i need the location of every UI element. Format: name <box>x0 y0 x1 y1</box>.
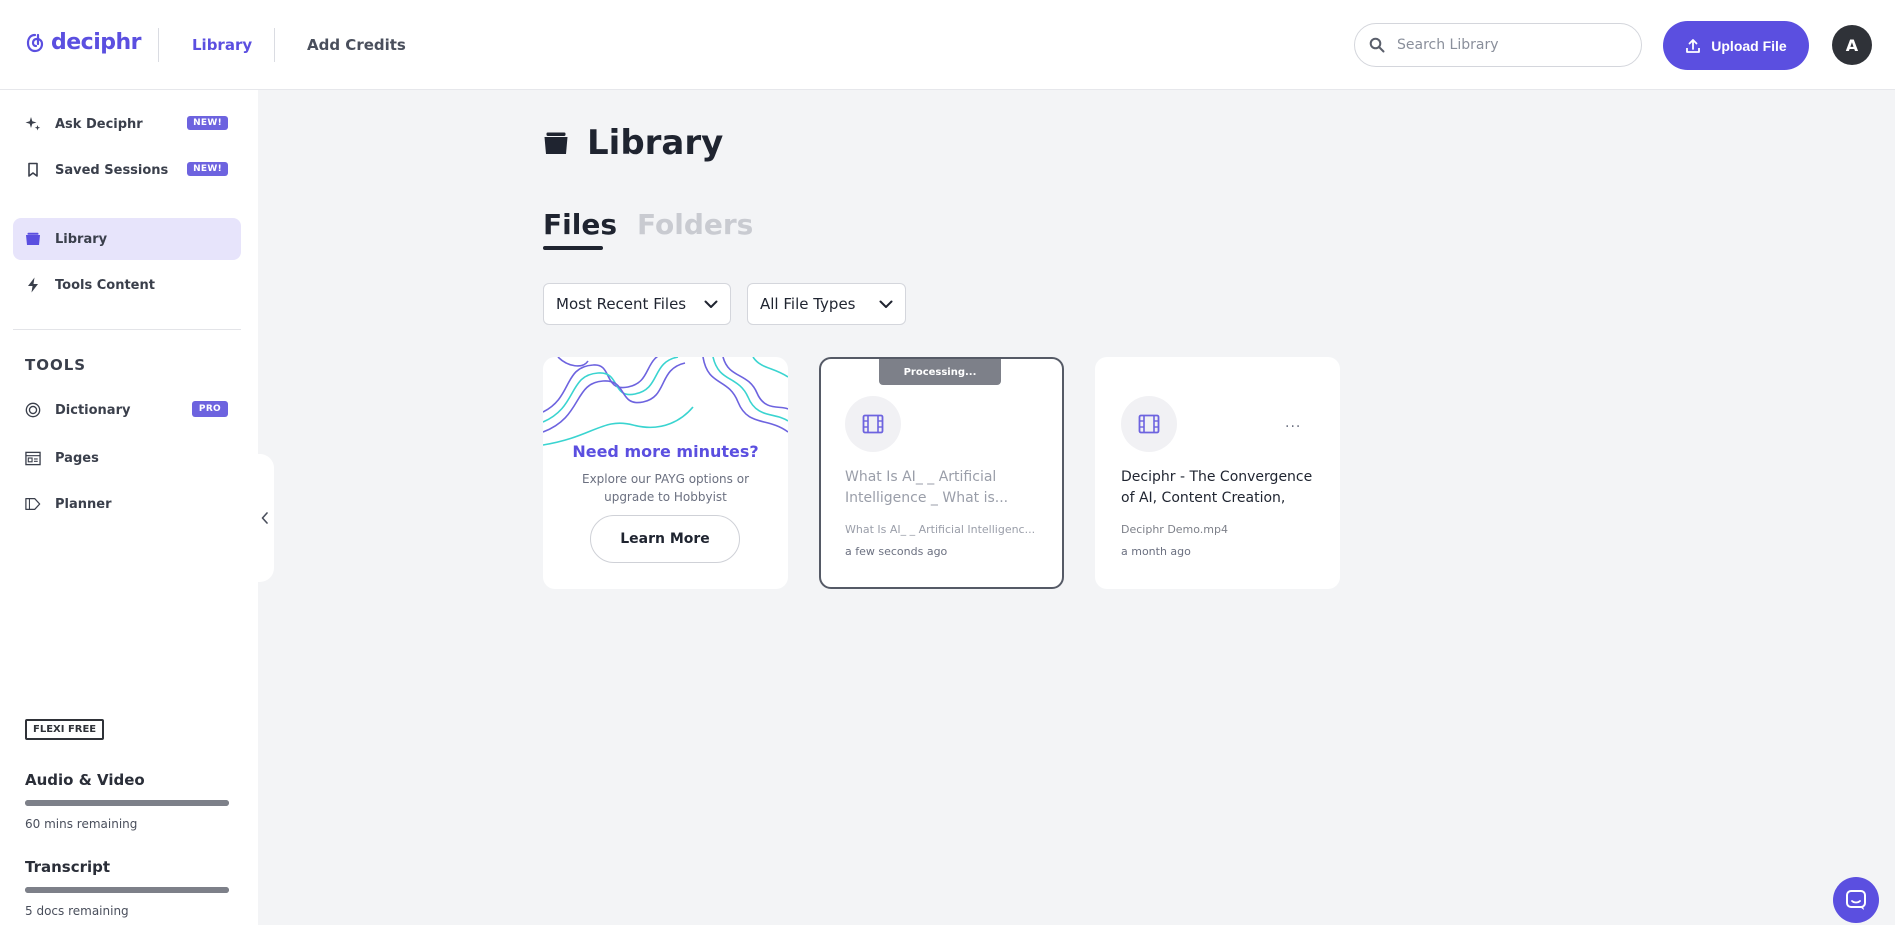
file-type-dropdown[interactable]: All File Types <box>747 283 906 325</box>
folder-icon <box>25 231 41 247</box>
sidebar-item-pages[interactable]: Pages <box>13 437 241 479</box>
usage-audio-video-title: Audio & Video <box>25 771 145 789</box>
chat-icon <box>1846 890 1866 910</box>
sidebar-divider <box>13 329 241 330</box>
sparkle-icon <box>25 116 41 132</box>
file-name: Deciphr Demo.mp4 <box>1121 523 1228 536</box>
sidebar-item-label: Dictionary <box>55 402 131 418</box>
sidebar-item-label: Library <box>55 231 108 247</box>
sidebar-item-label: Ask Deciphr <box>55 116 143 132</box>
pro-badge: PRO <box>191 401 228 417</box>
tab-files[interactable]: Files <box>543 208 617 241</box>
file-title: Deciphr - The Convergence of AI, Content… <box>1121 469 1313 506</box>
file-type-dropdown-value: All File Types <box>760 295 856 313</box>
chevron-left-icon <box>261 512 268 524</box>
sidebar-item-saved-sessions[interactable]: Saved Sessions NEW! <box>13 149 241 191</box>
file-timestamp: a month ago <box>1121 545 1191 558</box>
tab-folders[interactable]: Folders <box>637 208 753 241</box>
page-title-text: Library <box>587 123 724 163</box>
file-name: What Is AI_ _ Artificial Intelligenc... <box>845 523 1036 536</box>
usage-fill <box>25 887 229 893</box>
sidebar: Ask Deciphr NEW! Saved Sessions NEW! Lib… <box>0 90 258 925</box>
header-divider <box>158 28 159 62</box>
sidebar-item-planner[interactable]: Planner <box>13 483 241 525</box>
sidebar-item-label: Planner <box>55 496 112 512</box>
promo-text: Explore our PAYG options or upgrade to H… <box>581 472 749 504</box>
page-title: Library <box>543 123 723 163</box>
search-icon <box>1369 37 1385 53</box>
sidebar-item-library[interactable]: Library <box>13 218 241 260</box>
learn-more-button[interactable]: Learn More <box>590 515 740 563</box>
folder-icon <box>544 132 568 154</box>
user-avatar[interactable]: A <box>1832 25 1872 65</box>
search-box[interactable] <box>1354 23 1642 67</box>
header-divider <box>274 28 275 62</box>
new-badge: NEW! <box>187 162 228 176</box>
usage-fill <box>25 800 229 806</box>
nav-add-credits-link[interactable]: Add Credits <box>307 36 406 54</box>
sort-dropdown[interactable]: Most Recent Files <box>543 283 731 325</box>
promo-wave-art <box>543 357 788 446</box>
usage-transcript-remaining: 5 docs remaining <box>25 904 129 918</box>
sidebar-item-dictionary[interactable]: Dictionary PRO <box>13 389 241 431</box>
file-timestamp: a few seconds ago <box>845 545 948 558</box>
sidebar-item-label: Saved Sessions <box>55 162 169 178</box>
planner-icon <box>25 496 41 512</box>
sort-dropdown-value: Most Recent Files <box>556 295 687 313</box>
logo-text: deciphr <box>51 30 142 55</box>
file-more-options-button[interactable]: ... <box>1285 415 1301 431</box>
logo-icon <box>26 33 44 52</box>
video-file-icon <box>1121 396 1177 452</box>
deciphr-logo[interactable]: deciphr <box>25 30 142 55</box>
file-card[interactable]: Processing... What Is AI_ _ Artificial I… <box>819 357 1064 589</box>
bookmark-icon <box>25 162 41 178</box>
upgrade-promo-card: Need more minutes? Explore our PAYG opti… <box>543 357 788 589</box>
usage-transcript-title: Transcript <box>25 858 111 876</box>
file-title: What Is AI_ _ Artificial Intelligence _ … <box>845 469 1009 506</box>
usage-transcript-bar <box>25 887 229 893</box>
sidebar-item-ask-deciphr[interactable]: Ask Deciphr NEW! <box>13 103 241 145</box>
chevron-down-icon <box>704 300 718 308</box>
upload-file-button[interactable]: Upload File <box>1663 21 1809 70</box>
video-file-icon <box>845 396 901 452</box>
chevron-down-icon <box>879 300 893 308</box>
plan-badge: FLEXI FREE <box>25 719 105 740</box>
new-badge: NEW! <box>187 116 228 130</box>
file-card[interactable]: ... Deciphr - The Convergence of AI, Con… <box>1095 357 1340 589</box>
search-input[interactable] <box>1397 37 1617 53</box>
nav-library-link[interactable]: Library <box>192 36 252 54</box>
top-header: deciphr Library Add Credits Upload File … <box>0 0 1895 90</box>
tools-heading: TOOLS <box>25 356 87 374</box>
usage-audio-video-remaining: 60 mins remaining <box>25 817 138 831</box>
sidebar-item-tools-content[interactable]: Tools Content <box>13 264 241 306</box>
processing-badge: Processing... <box>879 359 1001 385</box>
target-icon <box>25 402 41 418</box>
upload-file-label: Upload File <box>1711 37 1787 54</box>
sidebar-collapse-toggle[interactable] <box>256 454 274 582</box>
support-chat-button[interactable] <box>1833 877 1879 923</box>
usage-audio-video-bar <box>25 800 229 806</box>
pages-icon <box>25 450 41 466</box>
sidebar-item-label: Pages <box>55 450 99 466</box>
promo-title: Need more minutes? <box>572 442 759 461</box>
upload-icon <box>1686 38 1701 53</box>
tab-active-indicator <box>543 246 603 250</box>
lightning-icon <box>25 277 41 293</box>
sidebar-item-label: Tools Content <box>55 277 155 293</box>
